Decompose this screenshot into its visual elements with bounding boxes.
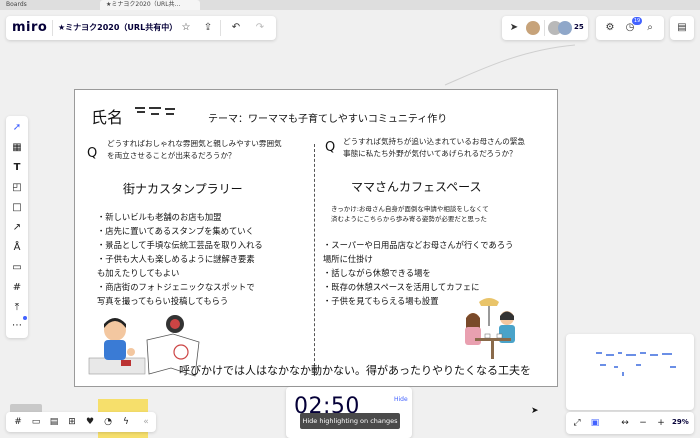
reactions-icon[interactable]: ♥ xyxy=(82,414,98,430)
browser-tab-board[interactable]: ★ミナヨク2020（URL共... xyxy=(100,0,200,10)
pen-tool-icon[interactable]: Å xyxy=(9,240,25,256)
miro-logo[interactable]: miro xyxy=(12,20,47,35)
map-icon[interactable]: ▣ xyxy=(588,415,602,431)
header-divider xyxy=(52,20,53,36)
question-line: どうすれば気持ちが追い込まれているお母さんの緊急 xyxy=(343,137,526,146)
board-header: miro ★ミナヨク2020（URL共有中） ☆ ⇪ ↶ ↷ xyxy=(6,16,276,40)
connection-line-tool-icon[interactable]: ↗ xyxy=(9,220,25,236)
question-text-right: どうすれば気持ちが追い込まれているお母さんの緊急 事態に私たち外野が気付いてあげ… xyxy=(343,136,525,160)
question-text-left: どうすればおしゃれな雰囲気と親しみやすい雰囲気 を両立させることが出来るだろうか… xyxy=(107,138,282,162)
list-item: ・景品として手頃な伝統工芸品を取り入れる xyxy=(97,240,263,250)
idea-heading-left: 街ナカスタンプラリー xyxy=(123,182,243,196)
list-item: ・子供も大人も楽しめるように謎解き要素 xyxy=(97,254,255,264)
frame-tool-icon[interactable]: # xyxy=(9,280,25,296)
question-label-right: Q xyxy=(325,140,336,155)
timer-icon[interactable]: ◔ xyxy=(100,414,116,430)
redo-icon[interactable]: ↷ xyxy=(252,20,268,36)
column-divider xyxy=(314,144,315,376)
highlight-tooltip: Hide highlighting on changes xyxy=(300,413,400,429)
template-tool-icon[interactable]: ▦ xyxy=(9,140,25,156)
star-icon[interactable]: ☆ xyxy=(178,20,194,36)
cards-icon[interactable]: ⊞ xyxy=(64,414,80,430)
question-line: どうすればおしゃれな雰囲気と親しみやすい雰囲気 xyxy=(107,139,282,148)
comments-icon[interactable]: ▭ xyxy=(28,414,44,430)
list-item: ・話しながら休憩できる場を xyxy=(323,268,431,278)
chat-icon[interactable]: ▤ xyxy=(46,414,62,430)
board-frame[interactable]: 氏名 テーマ：ワーママも子育てしやすいコミュニティ作り Q どうすればおしゃれな… xyxy=(74,89,558,387)
name-value-redacted xyxy=(133,104,177,118)
board-title[interactable]: ★ミナヨク2020（URL共有中） xyxy=(58,22,177,33)
search-icon[interactable]: ⌕ xyxy=(642,20,658,36)
timer-hide-button[interactable]: Hide xyxy=(394,396,408,403)
collaborators-bar: ➤ 25 xyxy=(502,16,588,40)
left-toolbar: ➚ ▦ T ◰ □ ↗ Å ▭ # ⤒ ⋯ xyxy=(6,116,28,338)
undo-icon[interactable]: ↶ xyxy=(228,20,244,36)
zoom-bar: ⤢ ▣ ↔ − + 29% xyxy=(566,412,694,434)
connector-line xyxy=(444,44,576,86)
question-line: を両立させることが出来るだろうか？ xyxy=(107,151,236,160)
avatar[interactable] xyxy=(526,21,540,35)
list-item: 写真を撮ってもらい投稿してもらう xyxy=(97,296,229,306)
trigger-note: きっかけ:お母さん自身が面倒な申請や相談をしなくて 済むようにこちらから歩み寄る… xyxy=(331,204,489,224)
notification-badge: 19 xyxy=(632,17,642,25)
frames-icon[interactable]: # xyxy=(10,414,26,430)
collab-divider xyxy=(544,20,545,36)
minimap-content xyxy=(596,352,676,376)
shape-tool-icon[interactable]: □ xyxy=(9,200,25,216)
new-feature-dot xyxy=(23,316,27,320)
more-tools-icon[interactable]: ⋯ xyxy=(9,318,25,334)
notes-icon: ▤ xyxy=(677,22,687,33)
list-item: ・店先に置いてあるスタンプを集めていく xyxy=(97,226,254,236)
select-tool-icon[interactable]: ➚ xyxy=(9,120,25,136)
bottom-toolbar: # ▭ ▤ ⊞ ♥ ◔ ϟ « xyxy=(6,412,156,432)
header-divider xyxy=(220,20,221,36)
right-tools-bar: ⚙ ◷ 19 ⌕ xyxy=(596,16,664,40)
zoom-level[interactable]: 29% xyxy=(672,418,689,426)
list-item: ・スーパーや日用品店などお母さんが行くであろう xyxy=(323,240,514,250)
upload-icon[interactable]: ⇪ xyxy=(200,20,216,36)
zoom-out-icon[interactable]: − xyxy=(636,415,650,431)
name-label: 氏名 xyxy=(91,108,124,127)
theme-text: テーマ：ワーママも子育てしやすいコミュニティ作り xyxy=(208,114,448,125)
idea-heading-right: ママさんカフェスペース xyxy=(351,180,482,194)
collapse-toolbar-icon[interactable]: « xyxy=(138,414,154,430)
list-item: も加えたりしてもよい xyxy=(97,268,180,278)
sticky-note-tool-icon[interactable]: ◰ xyxy=(9,180,25,196)
fullscreen-icon[interactable]: ⤢ xyxy=(570,415,584,431)
mouse-cursor-icon: ➤ xyxy=(531,406,539,416)
zoom-in-icon[interactable]: + xyxy=(654,415,668,431)
question-line: 事態に私たち外野が気付いてあげられるだろうか？ xyxy=(343,149,517,158)
list-item: 場所に仕掛け xyxy=(323,254,373,264)
text-tool-icon[interactable]: T xyxy=(9,160,25,176)
idea-list-left: ・新しいビルも老舗のお店も加盟 ・店先に置いてあるスタンプを集めていく ・景品と… xyxy=(97,210,263,308)
trigger-line: 済むようにこちらから歩み寄る姿勢が必要だと思った xyxy=(331,215,487,223)
browser-tab-bar: Boards ★ミナヨク2020（URL共... xyxy=(0,0,700,10)
notes-panel-button[interactable]: ▤ xyxy=(670,16,694,40)
collaborator-count[interactable]: 25 xyxy=(574,23,584,31)
fit-width-icon[interactable]: ↔ xyxy=(618,415,632,431)
question-label-left: Q xyxy=(87,146,98,161)
list-item: ・新しいビルも老舗のお店も加盟 xyxy=(97,212,222,222)
cafe-illustration xyxy=(465,298,515,359)
minimap[interactable] xyxy=(566,334,694,410)
list-item: ・商店街のフォトジェニックなスポットで xyxy=(97,282,255,292)
follow-cursor-icon[interactable]: ➤ xyxy=(506,20,522,36)
settings-sliders-icon[interactable]: ⚙ xyxy=(602,20,618,36)
upload-tool-icon[interactable]: ⤒ xyxy=(9,300,25,316)
comment-tool-icon[interactable]: ▭ xyxy=(9,260,25,276)
list-item: ・既存の休憩スペースを活用してカフェに xyxy=(323,282,480,292)
trigger-line: きっかけ:お母さん自身が面倒な申請や相談をしなくて xyxy=(331,205,489,213)
avatar[interactable] xyxy=(558,21,572,35)
activity-icon[interactable]: ϟ xyxy=(118,414,134,430)
frame-footer-text: 呼びかけでは人はなかなか動かない。得があったりやりたくなる工夫を xyxy=(179,364,531,377)
browser-tab-boards[interactable]: Boards xyxy=(0,0,100,10)
